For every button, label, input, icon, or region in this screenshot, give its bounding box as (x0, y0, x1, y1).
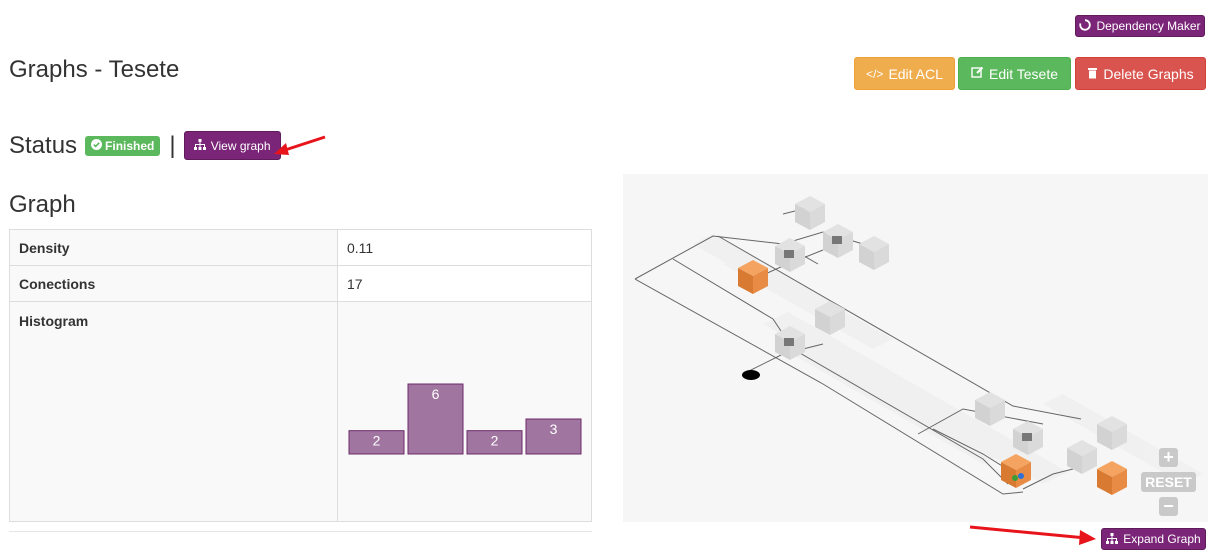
connections-value: 17 (337, 265, 592, 302)
annotation-arrow-view-graph (274, 135, 326, 155)
histogram-bar-label: 2 (491, 433, 499, 449)
histogram-bar-label: 3 (550, 421, 558, 437)
histogram-bar-label: 2 (373, 433, 381, 449)
dependency-maker-button[interactable]: Dependency Maker (1075, 15, 1205, 37)
trash-icon (1087, 67, 1098, 81)
edit-acl-label: Edit ACL (888, 65, 943, 82)
delete-label: Delete Graphs (1103, 65, 1194, 82)
histogram-chart: 2 6 2 3 (348, 383, 582, 455)
status-separator: | (169, 131, 176, 159)
edit-icon (971, 66, 984, 81)
graph-nodes (738, 196, 1127, 495)
density-value: 0.11 (337, 229, 592, 266)
delete-button[interactable]: Delete Graphs (1075, 57, 1206, 90)
edit-acl-button[interactable]: </> Edit ACL (854, 57, 955, 90)
status-badge-label: Finished (105, 138, 155, 153)
code-icon: </> (866, 66, 884, 81)
graph-visualization[interactable]: + RESET − (623, 174, 1208, 522)
edit-label: Edit Tesete (988, 65, 1058, 82)
page-title: Graphs - Tesete (9, 56, 180, 83)
graph-info-table: Density 0.11 Conections 17 Histogram 262… (9, 229, 592, 522)
sitemap-icon (1106, 532, 1119, 546)
graph-canvas (634, 196, 1203, 495)
check-circle-icon (91, 138, 103, 153)
histogram-key: Histogram (9, 301, 338, 522)
reset-zoom-button[interactable]: RESET (1141, 472, 1196, 492)
table-row: Density 0.11 (9, 229, 592, 266)
connections-key: Conections (9, 265, 338, 302)
refresh-icon (1079, 19, 1092, 33)
density-key: Density (9, 229, 338, 266)
graph-heading: Graph (9, 191, 76, 218)
histogram-cell: 2 6 2 3 (337, 301, 592, 522)
section-divider (9, 531, 592, 532)
view-graph-label: View graph (210, 138, 271, 153)
histogram-bar-label: 6 (432, 386, 440, 402)
sitemap-icon (193, 139, 206, 152)
graph-lanes (693, 234, 1203, 484)
annotation-arrow-expand-graph (969, 525, 1096, 545)
dependency-maker-label: Dependency Maker (1096, 19, 1201, 33)
status-badge: Finished (85, 135, 161, 156)
table-row: Conections 17 (9, 265, 592, 302)
expand-graph-label: Expand Graph (1123, 532, 1201, 546)
zoom-out-button[interactable]: − (1159, 497, 1178, 516)
edit-button[interactable]: Edit Tesete (958, 57, 1071, 90)
expand-graph-button[interactable]: Expand Graph (1101, 528, 1206, 550)
zoom-in-button[interactable]: + (1159, 448, 1178, 467)
status-line: Status Finished | View graph (9, 131, 281, 160)
view-graph-button[interactable]: View graph (183, 131, 281, 160)
status-label: Status (9, 131, 78, 159)
table-row: Histogram 2 6 2 3 (9, 301, 592, 522)
